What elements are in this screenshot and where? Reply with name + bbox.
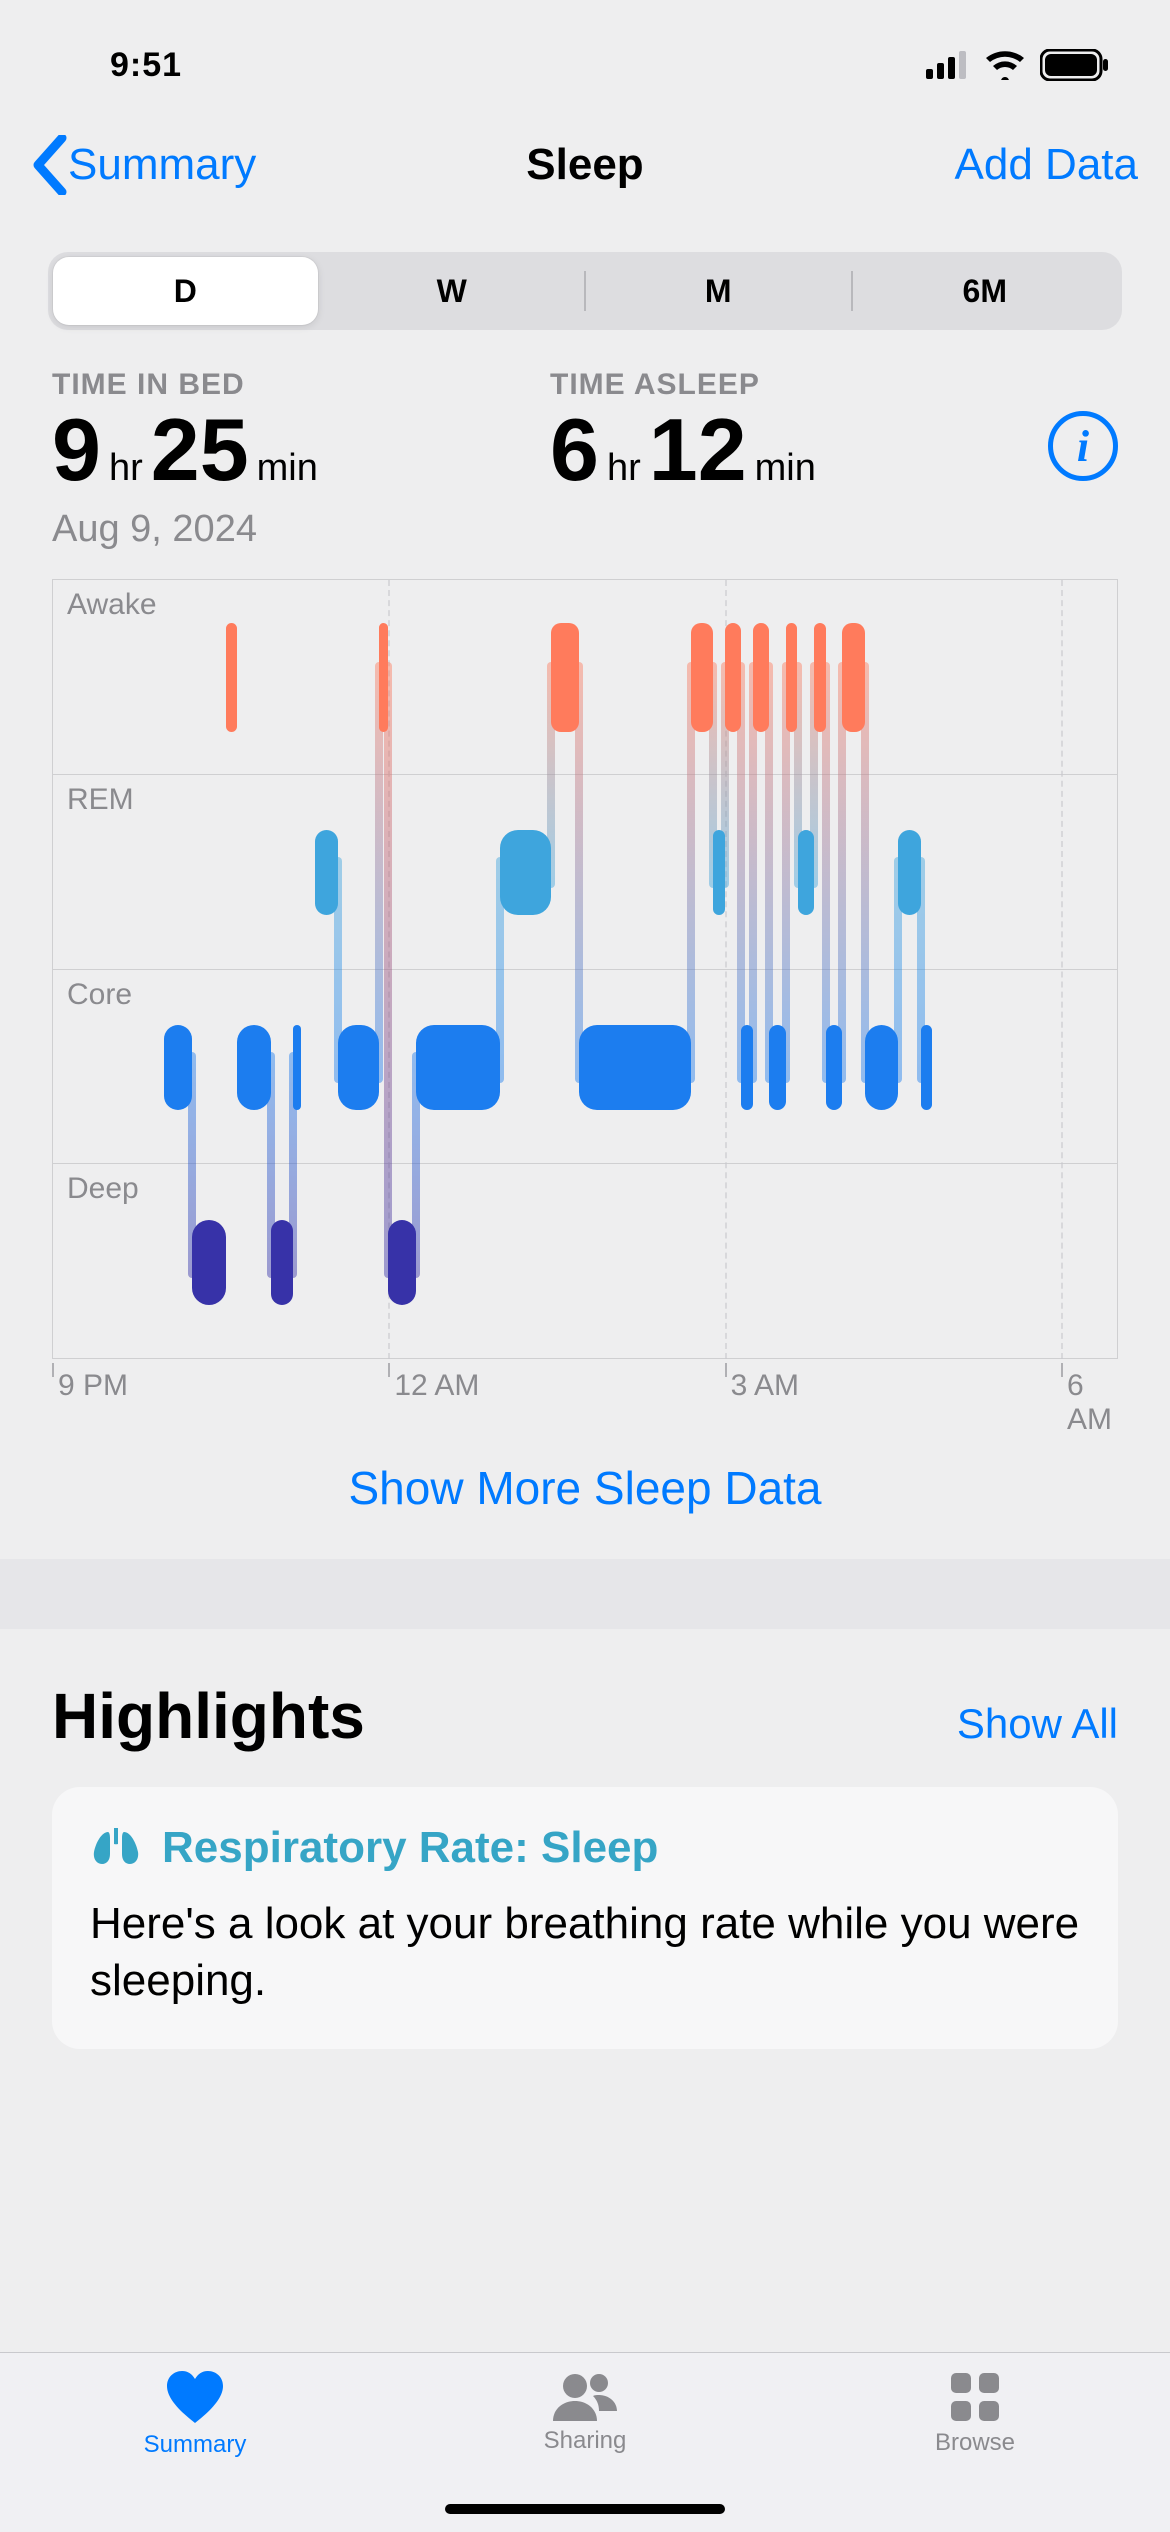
show-more-sleep-data-button[interactable]: Show More Sleep Data	[0, 1417, 1170, 1559]
sleep-block-rem	[898, 830, 920, 916]
sleep-block-awake	[786, 623, 797, 732]
x-tick: 3 AM	[731, 1369, 799, 1403]
sleep-block-rem	[500, 830, 550, 916]
chevron-left-icon	[32, 135, 68, 195]
segment-d[interactable]: D	[53, 257, 318, 325]
sleep-block-rem	[315, 830, 337, 916]
sleep-block-core	[865, 1025, 899, 1111]
highlights-section: Highlights Show All Respiratory Rate: Sl…	[0, 1629, 1170, 2049]
asleep-minutes-unit: min	[755, 447, 816, 490]
sleep-block-awake	[842, 623, 864, 732]
sleep-stats: TIME IN BED 9 hr 25 min TIME ASLEEP 6 hr…	[0, 350, 1170, 551]
sleep-block-awake	[691, 623, 713, 732]
x-tick: 9 PM	[58, 1369, 128, 1403]
sleep-block-deep	[192, 1220, 226, 1306]
highlights-title: Highlights	[52, 1679, 365, 1753]
sleep-block-core	[338, 1025, 379, 1111]
asleep-minutes: 12	[649, 406, 747, 494]
tab-summary-label: Summary	[144, 2431, 247, 2459]
status-icons	[926, 49, 1110, 81]
segment-m[interactable]: M	[586, 257, 851, 325]
sleep-block-awake	[226, 623, 237, 732]
in-bed-minutes: 25	[151, 406, 249, 494]
add-data-button[interactable]: Add Data	[955, 140, 1138, 190]
segment-w[interactable]: W	[320, 257, 585, 325]
lungs-icon	[90, 1826, 142, 1870]
tab-sharing-label: Sharing	[544, 2427, 627, 2455]
info-button[interactable]: i	[1048, 411, 1118, 481]
highlight-card-title: Respiratory Rate: Sleep	[162, 1823, 658, 1873]
back-label: Summary	[68, 140, 256, 190]
sleep-block-core	[164, 1025, 192, 1111]
highlight-card-body: Here's a look at your breathing rate whi…	[90, 1895, 1080, 2009]
people-icon	[549, 2371, 621, 2421]
home-indicator[interactable]	[445, 2504, 725, 2514]
sleep-block-core	[237, 1025, 271, 1111]
sleep-block-awake	[379, 623, 388, 732]
status-time: 9:51	[110, 46, 182, 85]
heart-icon	[165, 2371, 225, 2425]
sleep-block-core	[293, 1025, 301, 1111]
sleep-block-rem	[713, 830, 724, 916]
sleep-block-core	[416, 1025, 500, 1111]
range-segmented-control[interactable]: DWM6M	[48, 252, 1122, 330]
time-in-bed-label: TIME IN BED	[52, 368, 550, 402]
highlights-show-all-button[interactable]: Show All	[957, 1700, 1118, 1748]
in-bed-minutes-unit: min	[257, 447, 318, 490]
x-tick: 12 AM	[394, 1369, 479, 1403]
sleep-block-awake	[551, 623, 579, 732]
sleep-block-awake	[725, 623, 742, 732]
cellular-icon	[926, 51, 970, 79]
time-asleep-label: TIME ASLEEP	[550, 368, 1048, 402]
grid-icon	[949, 2371, 1001, 2423]
sleep-hypnogram-chart[interactable]: Awake REM Core Deep 9 PM12 AM3 AM6 AM	[52, 579, 1118, 1417]
status-bar: 9:51	[0, 0, 1170, 110]
wifi-icon	[984, 50, 1026, 80]
sleep-block-rem	[798, 830, 815, 916]
tab-browse-label: Browse	[935, 2429, 1015, 2457]
tab-browse[interactable]: Browse	[780, 2371, 1170, 2532]
sleep-block-core	[769, 1025, 786, 1111]
sleep-block-deep	[271, 1220, 293, 1306]
battery-icon	[1040, 49, 1110, 81]
section-divider	[0, 1559, 1170, 1629]
sleep-block-core	[741, 1025, 752, 1111]
tab-bar: Summary Sharing Browse	[0, 2352, 1170, 2532]
back-button[interactable]: Summary	[32, 135, 256, 195]
tab-summary[interactable]: Summary	[0, 2371, 390, 2532]
in-bed-hours: 9	[52, 406, 101, 494]
sleep-block-deep	[388, 1220, 416, 1306]
sleep-block-core	[921, 1025, 932, 1111]
segment-6m[interactable]: 6M	[853, 257, 1118, 325]
nav-bar: Summary Sleep Add Data	[0, 110, 1170, 220]
sleep-block-core	[579, 1025, 691, 1111]
in-bed-hours-unit: hr	[109, 447, 143, 490]
sleep-block-awake	[753, 623, 770, 732]
asleep-hours: 6	[550, 406, 599, 494]
highlight-card-respiratory[interactable]: Respiratory Rate: Sleep Here's a look at…	[52, 1787, 1118, 2049]
sleep-block-core	[826, 1025, 843, 1111]
x-tick: 6 AM	[1067, 1369, 1118, 1437]
asleep-hours-unit: hr	[607, 447, 641, 490]
stats-date: Aug 9, 2024	[52, 508, 1118, 551]
sleep-block-awake	[814, 623, 825, 732]
